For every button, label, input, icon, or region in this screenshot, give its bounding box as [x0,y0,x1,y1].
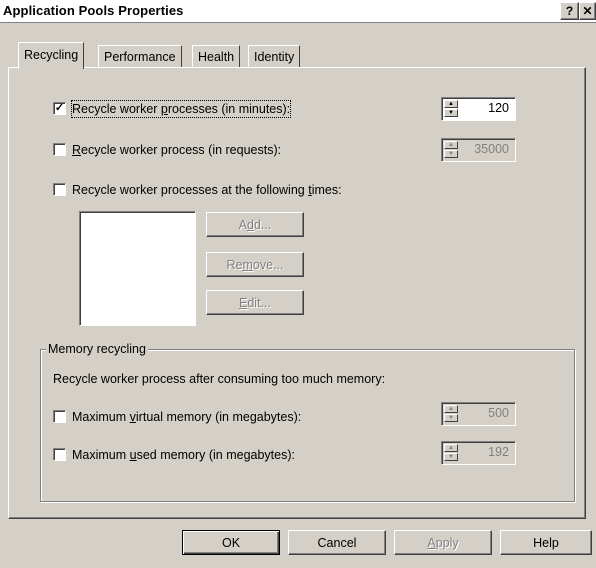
label-text: irtual memory (in megabytes): [135,410,302,424]
tab-recycling[interactable]: Recycling [18,42,85,69]
edit-button[interactable]: Edit... [206,290,304,315]
max-virtual-label[interactable]: Maximum virtual memory (in megabytes): [72,409,301,425]
spin-down-icon[interactable]: ▼ [444,150,458,158]
label-text: Recycle worker processes at the followin… [72,183,309,197]
help-icon[interactable]: ? [560,2,579,20]
recycle-requests-label[interactable]: Recycle worker process (in requests): [72,142,281,158]
remove-button[interactable]: Remove... [206,252,304,277]
add-button[interactable]: Add... [206,212,304,237]
spin-up-icon[interactable]: ▲ [444,444,458,452]
label-text: d... [253,218,272,232]
recycle-minutes-checkbox[interactable]: ✓ [53,102,66,115]
recycle-times-list[interactable] [79,211,196,326]
tab-label: Performance [104,50,176,64]
tab-health[interactable]: Health [192,45,241,68]
recycle-requests-checkbox[interactable] [53,143,66,156]
help-button[interactable]: Help [500,530,592,555]
spin-down-icon[interactable]: ▼ [444,109,458,117]
recycle-times-checkbox[interactable] [53,183,66,196]
ok-button[interactable]: OK [182,530,280,555]
spinner-buttons: ▲ ▼ [444,444,458,462]
recycle-requests-spinner[interactable]: ▲ ▼ 35000 [441,138,516,162]
tab-label: Recycling [24,48,79,62]
label-text: ove... [252,258,284,272]
spin-down-icon[interactable]: ▼ [444,414,458,422]
label-text: ecycle worker process (in requests): [81,143,282,157]
tab-label: Health [198,50,235,64]
max-virtual-spinner[interactable]: ▲ ▼ 500 [441,402,516,426]
label-text: A [238,218,247,232]
accelerator-key: p [160,102,168,116]
recycle-times-label[interactable]: Recycle worker processes at the followin… [72,182,342,198]
max-virtual-checkbox[interactable] [53,410,66,423]
spin-up-icon[interactable]: ▲ [444,405,458,413]
tab-label: Identity [254,50,295,64]
spinner-value: 120 [488,101,509,115]
tab-performance[interactable]: Performance [98,45,182,68]
spin-down-icon[interactable]: ▼ [444,453,458,461]
label-text: rocesses (in minutes): [167,102,291,116]
label-text: Maximum [72,410,130,424]
accelerator-key: u [129,448,137,462]
spinner-buttons: ▲ ▼ [444,405,458,423]
cancel-button[interactable]: Cancel [288,530,386,555]
spin-up-icon[interactable]: ▲ [444,141,458,149]
accelerator-key: d [247,218,254,232]
button-label: OK [221,536,241,550]
max-used-spinner[interactable]: ▲ ▼ 192 [441,441,516,465]
dialog-title: Application Pools Properties [3,3,184,18]
button-label: Help [533,536,559,550]
memory-description: Recycle worker process after consuming t… [53,372,386,386]
max-used-label[interactable]: Maximum used memory (in megabytes): [72,447,295,463]
label-text: Maximum [72,448,130,462]
apply-button[interactable]: Apply [394,530,492,555]
accelerator-key: A [427,536,436,550]
title-bar[interactable]: Application Pools Properties ? ✕ [0,0,596,23]
label-text: sed memory (in megabytes): [136,448,295,462]
max-used-checkbox[interactable] [53,448,66,461]
spinner-value: 35000 [474,142,509,156]
recycle-minutes-label[interactable]: Recycle worker processes (in minutes): [70,100,292,118]
spin-up-icon[interactable]: ▲ [444,100,458,108]
label-text: Recycle worker [72,102,161,116]
label-text: Re [226,258,243,272]
label-text: pply [435,536,459,550]
button-label: Cancel [317,536,357,550]
recycle-minutes-spinner[interactable]: ▲ ▼ 120 [441,97,516,121]
spinner-buttons: ▲ ▼ [444,141,458,159]
accelerator-key: m [242,258,253,272]
label-text: imes: [311,183,342,197]
spinner-value: 192 [488,445,509,459]
spinner-value: 500 [488,406,509,420]
label-text: dit... [247,296,271,310]
spinner-buttons: ▲ ▼ [444,100,458,118]
accelerator-key: R [72,143,82,157]
memory-recycling-legend: Memory recycling [46,342,148,356]
properties-dialog: Application Pools Properties ? ✕ Recycli… [0,0,596,568]
tab-identity[interactable]: Identity [248,45,301,68]
close-icon[interactable]: ✕ [579,2,596,20]
